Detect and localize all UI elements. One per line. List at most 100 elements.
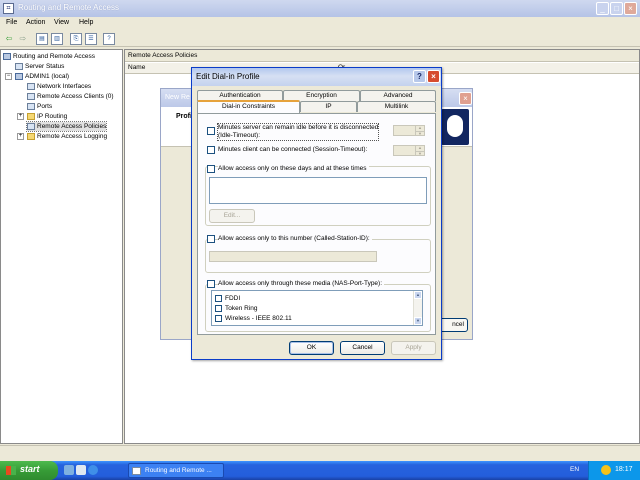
tree-label: Remote Access Policies: [37, 123, 107, 130]
tree-item-ports[interactable]: Ports: [27, 102, 52, 111]
wizard-close-button[interactable]: ×: [459, 92, 472, 105]
tree-item-remote-access-clients[interactable]: Remote Access Clients (0): [27, 92, 114, 101]
menu-action[interactable]: Action: [26, 19, 45, 26]
folder-icon: [27, 133, 35, 140]
media-item-label: FDDI: [225, 295, 241, 302]
expand-icon[interactable]: +: [17, 133, 24, 140]
dialog-close-button[interactable]: ×: [427, 70, 440, 83]
system-tray: 18:17: [588, 461, 640, 480]
media-list[interactable]: FDDI Token Ring Wireless - IEEE 802.11 ▲…: [211, 290, 423, 326]
clock[interactable]: 18:17: [615, 466, 633, 473]
tab-dialin-constraints[interactable]: Dial-in Constraints: [197, 100, 300, 113]
media-scrollbar[interactable]: ▲ ▼: [413, 291, 422, 325]
list-item-token-ring[interactable]: Token Ring: [215, 304, 258, 313]
days-times-list[interactable]: [209, 177, 427, 204]
media-item-checkbox[interactable]: [215, 295, 222, 302]
media-checkbox[interactable]: [207, 280, 215, 288]
media-item-checkbox[interactable]: [215, 305, 222, 312]
media-label: Allow access only through these media (N…: [218, 280, 385, 287]
days-times-checkbox[interactable]: [207, 165, 215, 173]
language-indicator[interactable]: EN: [570, 466, 579, 473]
session-timeout-checkbox[interactable]: [207, 146, 215, 154]
tree-item-network-interfaces[interactable]: Network Interfaces: [27, 82, 91, 91]
window-title: Routing and Remote Access: [18, 3, 119, 12]
session-timeout-spinner: ▲ ▼: [393, 145, 425, 156]
start-label: start: [20, 464, 40, 474]
expand-icon[interactable]: +: [17, 113, 24, 120]
tree-item-remote-access-logging[interactable]: Remote Access Logging: [27, 132, 107, 141]
policies-icon: [27, 123, 35, 130]
collapse-icon[interactable]: −: [5, 73, 12, 80]
maximize-button[interactable]: □: [610, 2, 623, 15]
taskbar: start Routing and Remote ... EN 18:17: [0, 461, 640, 480]
called-station-input[interactable]: [209, 251, 377, 262]
wizard-logo-icon: [441, 109, 469, 145]
help-icon[interactable]: ?: [103, 33, 115, 45]
show-desktop-icon[interactable]: [64, 465, 74, 475]
cancel-button[interactable]: Cancel: [340, 341, 385, 355]
scroll-up-icon[interactable]: ▲: [414, 291, 422, 299]
idle-timeout-spinner: ▲ ▼: [393, 125, 425, 136]
server-icon: [15, 73, 23, 80]
scroll-down-icon[interactable]: ▼: [414, 317, 422, 325]
dialog-help-button[interactable]: ?: [413, 70, 426, 83]
menu-file[interactable]: File: [6, 19, 17, 26]
forward-arrow-icon[interactable]: ⇨: [17, 33, 29, 45]
explorer-icon[interactable]: [76, 465, 86, 475]
dialog-title: Edit Dial-in Profile: [196, 72, 260, 81]
windows-logo-icon: [6, 466, 16, 475]
called-station-checkbox[interactable]: [207, 235, 215, 243]
tree-root[interactable]: Routing and Remote Access: [3, 52, 95, 61]
idle-timeout-label-line1: Minutes server can remain idle before it…: [218, 124, 379, 131]
menu-help[interactable]: Help: [79, 19, 93, 26]
details-header: Remote Access Policies: [125, 50, 639, 62]
edit-button[interactable]: Edit...: [209, 209, 255, 223]
tree-label: Remote Access Clients (0): [37, 93, 114, 100]
tree-item-admin1[interactable]: ADMIN1 (local): [15, 72, 69, 81]
rras-task-icon: [132, 467, 141, 475]
tab-ip[interactable]: IP: [300, 101, 357, 112]
rras-app-icon: ⌗: [3, 3, 14, 14]
session-timeout-label: Minutes client can be connected (Session…: [218, 146, 368, 153]
start-button[interactable]: start: [0, 461, 58, 480]
properties-icon[interactable]: ▤: [36, 33, 48, 45]
internet-explorer-icon[interactable]: [88, 465, 98, 475]
details-header-label: Remote Access Policies: [128, 52, 198, 59]
tab-multilink[interactable]: Multilink: [357, 101, 436, 112]
menu-view[interactable]: View: [54, 19, 69, 26]
list-view-icon[interactable]: ☰: [85, 33, 97, 45]
taskbar-button-rras[interactable]: Routing and Remote ...: [128, 463, 224, 478]
tree-label: ADMIN1 (local): [25, 73, 70, 80]
tree-item-server-status[interactable]: Server Status: [15, 62, 64, 71]
wizard-header-title: Profi: [176, 113, 192, 120]
close-button[interactable]: ×: [624, 2, 637, 15]
idle-timeout-checkbox[interactable]: [207, 127, 215, 135]
ok-button[interactable]: OK: [289, 341, 334, 355]
list-item-fddi[interactable]: FDDI: [215, 294, 240, 303]
media-item-label: Wireless - IEEE 802.11: [225, 315, 292, 322]
minimize-button[interactable]: _: [596, 2, 609, 15]
tree-label: Network Interfaces: [37, 83, 92, 90]
clients-icon: [27, 93, 35, 100]
called-station-label: Allow access only to this number (Called…: [218, 235, 372, 242]
tree-root-label: Routing and Remote Access: [13, 53, 96, 60]
folder-icon: [27, 113, 35, 120]
idle-timeout-label[interactable]: Minutes server can remain idle before it…: [216, 123, 380, 141]
show-console-tree-icon[interactable]: ▥: [51, 33, 63, 45]
apply-button[interactable]: Apply: [391, 341, 436, 355]
tree-label: Ports: [37, 103, 53, 110]
media-item-checkbox[interactable]: [215, 315, 222, 322]
server-status-icon: [15, 63, 23, 70]
tab-advanced[interactable]: Advanced: [360, 90, 436, 101]
tree-item-ip-routing[interactable]: IP Routing: [27, 112, 67, 121]
back-arrow-icon[interactable]: ⇦: [3, 33, 15, 45]
export-list-icon[interactable]: ⎘: [70, 33, 82, 45]
days-times-label: Allow access only on these days and at t…: [218, 165, 369, 172]
tree-label: Server Status: [25, 63, 65, 70]
media-item-label: Token Ring: [225, 305, 258, 312]
tree-item-remote-access-policies[interactable]: Remote Access Policies: [25, 121, 108, 132]
list-item-wireless[interactable]: Wireless - IEEE 802.11: [215, 314, 292, 323]
tray-network-icon[interactable]: [601, 465, 611, 475]
column-name[interactable]: Name: [128, 64, 145, 71]
dialin-constraints-panel: Minutes server can remain idle before it…: [197, 113, 436, 335]
